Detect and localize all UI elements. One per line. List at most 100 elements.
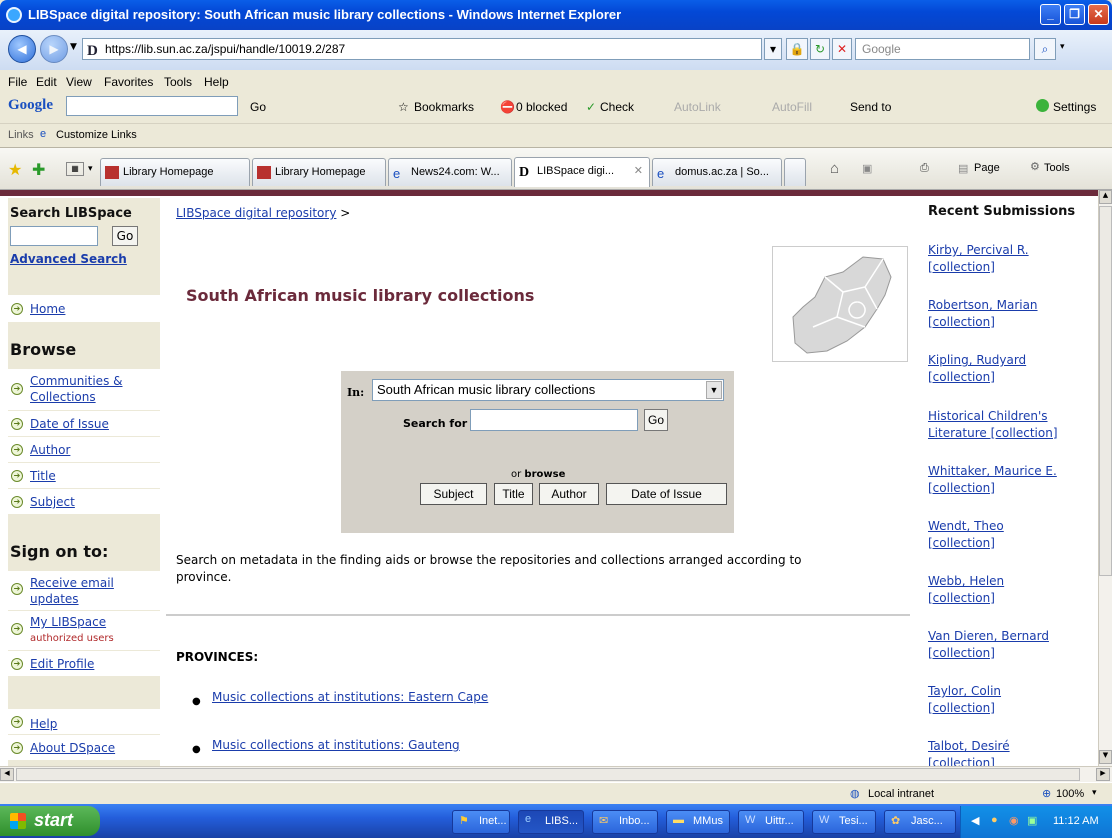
start-button[interactable]: start <box>0 806 100 836</box>
maximize-button[interactable]: ❐ <box>1064 4 1085 25</box>
advanced-search-link[interactable]: Advanced Search <box>10 252 127 266</box>
feeds-icon[interactable]: ▣ <box>862 162 872 175</box>
forward-button[interactable]: ▶ <box>40 35 68 63</box>
title-link[interactable]: Title <box>30 469 56 483</box>
tab-library-homepage-1[interactable]: Library Homepage <box>100 158 250 186</box>
check-button[interactable]: Check <box>600 100 634 114</box>
sidebar-item-about[interactable]: ➔ About DSpace <box>8 734 160 760</box>
browse-date-button[interactable]: Date of Issue <box>606 483 727 505</box>
chevron-down-icon[interactable]: ▼ <box>706 381 722 399</box>
customize-links-link[interactable]: Customize Links <box>56 129 137 141</box>
menu-help[interactable]: Help <box>204 75 229 89</box>
popup-blocked-count[interactable]: 0 blocked <box>516 100 567 114</box>
tab-list-icon[interactable]: ▾ <box>88 163 93 174</box>
tray-icon[interactable]: ▣ <box>1027 814 1037 827</box>
author-link[interactable]: Author <box>30 443 70 457</box>
lock-icon[interactable]: 🔒 <box>786 38 808 60</box>
sidebar-item-home[interactable]: ➔ Home <box>8 294 160 322</box>
tab-news24[interactable]: e News24.com: W... <box>388 158 512 186</box>
clock[interactable]: 11:12 AM <box>1053 815 1099 827</box>
receive-email-link[interactable]: Receive email updates <box>30 575 140 607</box>
menu-edit[interactable]: Edit <box>36 75 57 89</box>
back-button[interactable]: ◀ <box>8 35 36 63</box>
tray-icon[interactable]: ◉ <box>1009 814 1019 827</box>
my-libspace-link[interactable]: My LIBSpace <box>30 615 106 629</box>
google-search-input[interactable] <box>66 96 238 116</box>
province-eastern-cape-link[interactable]: Music collections at institutions: Easte… <box>212 690 488 704</box>
scrollbar-thumb[interactable] <box>1099 206 1112 576</box>
sidebar-item-my-libspace[interactable]: ➔ My LIBSpace authorized users <box>8 610 160 650</box>
sidebar-item-help[interactable]: ➔ Help <box>8 708 160 734</box>
taskbar-item-mmus[interactable]: ▬ MMus <box>666 810 730 834</box>
menu-view[interactable]: View <box>66 75 92 89</box>
stop-icon[interactable]: ✕ <box>832 38 852 60</box>
refresh-icon[interactable]: ↻ <box>810 38 830 60</box>
google-go-button[interactable]: Go <box>250 100 266 114</box>
scroll-left-icon[interactable]: ◀ <box>0 768 14 781</box>
recent-item[interactable]: Van Dieren, Bernard [collection] <box>928 628 1096 662</box>
scroll-down-icon[interactable]: ▼ <box>1099 750 1112 764</box>
browse-author-button[interactable]: Author <box>539 483 599 505</box>
taskbar-item-uittr[interactable]: W Uittr... <box>738 810 804 834</box>
search-for-input[interactable] <box>470 409 638 431</box>
recent-item[interactable]: Webb, Helen [collection] <box>928 573 1096 607</box>
bookmarks-star-icon[interactable]: ☆ <box>398 100 409 114</box>
recent-item[interactable]: Kirby, Percival R. [collection] <box>928 242 1096 276</box>
tab-library-homepage-2[interactable]: Library Homepage <box>252 158 386 186</box>
sidebar-item-date[interactable]: ➔ Date of Issue <box>8 410 160 436</box>
zoom-level[interactable]: 100% <box>1056 788 1084 800</box>
autofill-button[interactable]: AutoFill <box>772 100 812 114</box>
communities-link[interactable]: Communities & Collections <box>30 373 140 405</box>
subject-link[interactable]: Subject <box>30 495 75 509</box>
tab-libspace[interactable]: D LIBSpace digi... ✕ <box>514 157 650 187</box>
tab-domus[interactable]: e domus.ac.za | So... <box>652 158 782 186</box>
province-gauteng-link[interactable]: Music collections at institutions: Gaute… <box>212 738 460 752</box>
recent-item[interactable]: Kipling, Rudyard [collection] <box>928 352 1096 386</box>
browse-title-button[interactable]: Title <box>494 483 533 505</box>
browse-subject-button[interactable]: Subject <box>420 483 487 505</box>
close-tab-icon[interactable]: ✕ <box>634 164 643 177</box>
date-of-issue-link[interactable]: Date of Issue <box>30 417 109 431</box>
search-go-button[interactable]: Go <box>644 409 668 431</box>
about-dspace-link[interactable]: About DSpace <box>30 741 115 755</box>
tray-icon[interactable]: ● <box>991 814 998 826</box>
new-tab-button[interactable] <box>784 158 806 186</box>
vertical-scrollbar[interactable]: ▲ ▼ <box>1098 190 1112 766</box>
tools-menu-button[interactable]: Tools <box>1044 162 1070 174</box>
scroll-right-icon[interactable]: ▶ <box>1096 768 1110 781</box>
taskbar-item-inbox[interactable]: ✉ Inbo... <box>592 810 658 834</box>
recent-item[interactable]: Robertson, Marian [collection] <box>928 297 1096 331</box>
recent-item[interactable]: Historical Children's Literature [collect… <box>928 408 1096 442</box>
sidebar-item-edit-profile[interactable]: ➔ Edit Profile <box>8 650 160 676</box>
breadcrumb-home-link[interactable]: LIBSpace digital repository <box>176 206 336 220</box>
home-link[interactable]: Home <box>30 302 65 316</box>
sidebar-go-button[interactable]: Go <box>112 226 138 246</box>
address-input[interactable]: Dhttps://lib.sun.ac.za/jspui/handle/1001… <box>82 38 762 60</box>
tray-icon[interactable]: ◀ <box>971 814 979 827</box>
recent-item[interactable]: Wendt, Theo [collection] <box>928 518 1096 552</box>
zoom-dropdown-icon[interactable]: ▾ <box>1092 787 1097 798</box>
add-favorites-icon[interactable]: ✚ <box>32 160 45 180</box>
quick-tabs-icon[interactable]: ▦ <box>66 162 84 176</box>
recent-item[interactable]: Talbot, Desiré [collection] <box>928 738 1096 766</box>
sidebar-item-author[interactable]: ➔ Author <box>8 436 160 462</box>
send-to-button[interactable]: Send to <box>850 100 891 114</box>
close-button[interactable]: ✕ <box>1088 4 1109 25</box>
taskbar-item-inet[interactable]: ⚑ Inet... <box>452 810 510 834</box>
history-dropdown-icon[interactable]: ▼ <box>70 42 77 52</box>
scroll-up-icon[interactable]: ▲ <box>1099 190 1112 204</box>
recent-item[interactable]: Taylor, Colin [collection] <box>928 683 1096 717</box>
home-icon[interactable]: ⌂ <box>830 160 839 177</box>
edit-profile-link[interactable]: Edit Profile <box>30 657 94 671</box>
sidebar-item-receive-email[interactable]: ➔ Receive email updates <box>8 570 160 610</box>
menu-favorites[interactable]: Favorites <box>104 75 153 89</box>
autolink-button[interactable]: AutoLink <box>674 100 721 114</box>
settings-button[interactable]: Settings <box>1053 100 1096 114</box>
taskbar-item-tesi[interactable]: W Tesi... <box>812 810 876 834</box>
favorites-star-icon[interactable]: ★ <box>8 160 22 180</box>
menu-file[interactable]: File <box>8 75 27 89</box>
minimize-button[interactable]: _ <box>1040 4 1061 25</box>
search-icon[interactable]: ⌕ <box>1034 38 1056 60</box>
recent-item[interactable]: Whittaker, Maurice E. [collection] <box>928 463 1096 497</box>
horizontal-scrollbar[interactable]: ◀ ▶ <box>0 766 1112 782</box>
